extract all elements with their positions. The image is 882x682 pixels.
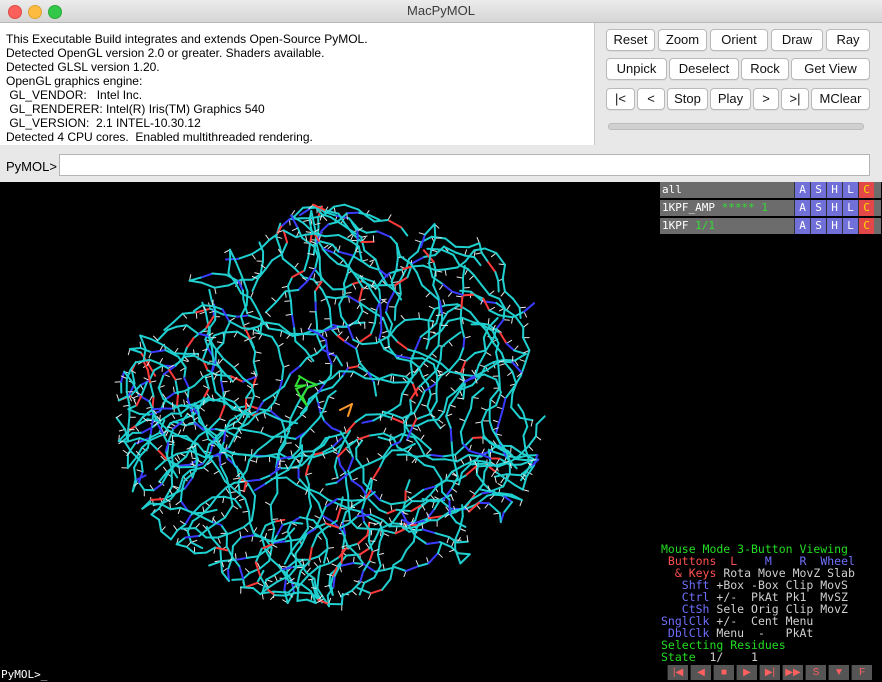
deselect-button[interactable]: Deselect [669,58,739,80]
play-button[interactable]: Play [710,88,751,110]
label-button[interactable]: L [842,200,858,216]
rock-button[interactable]: Rock [741,58,789,80]
output-line: GL_VERSION: 2.1 INTEL-10.30.12 [6,116,201,130]
command-prompt: PyMOL> [6,159,57,174]
hide-button[interactable]: H [826,200,842,216]
forward-button[interactable]: > [753,88,779,110]
action-button[interactable]: A [794,182,810,198]
back-icon[interactable]: ◀ [690,665,711,680]
reset-button[interactable]: Reset [606,29,655,51]
hide-button[interactable]: H [826,182,842,198]
show-button[interactable]: S [810,182,826,198]
orient-button[interactable]: Orient [710,29,768,51]
object-row-all[interactable]: all A S H L C [660,182,881,198]
molecule-viewer[interactable] [0,182,659,668]
object-row-1kpf-amp[interactable]: 1KPF_AMP ***** 1 A S H L C [660,200,881,216]
ray-button[interactable]: Ray [826,29,870,51]
window-title: MacPyMOL [407,3,475,18]
object-state: 1/1 [695,219,715,232]
object-panel: all A S H L C 1KPF_AMP ***** 1 A S H L C… [659,182,882,682]
command-row: PyMOL> [0,145,882,182]
scene-button[interactable]: S [805,665,826,680]
player-controls: |◀ ◀ ■ ▶ ▶| ▶▶ S ▼ F [659,665,882,681]
label-button[interactable]: L [842,218,858,234]
hide-button[interactable]: H [826,218,842,234]
unpick-button[interactable]: Unpick [606,58,667,80]
output-log: This Executable Build integrates and ext… [0,23,595,145]
rewind-button[interactable]: |< [606,88,635,110]
draw-button[interactable]: Draw [771,29,823,51]
command-buttons-panel: Reset Zoom Orient Draw Ray Unpick Desele… [596,23,882,145]
fullscreen-button[interactable]: F [851,665,872,680]
scene-menu-icon[interactable]: ▼ [828,665,849,680]
object-name: 1KPF [662,219,689,232]
get-view-button[interactable]: Get View [791,58,870,80]
mclear-button[interactable]: MClear [811,88,870,110]
output-line: Detected GLSL version 1.20. [6,60,160,74]
stop-icon[interactable]: ■ [713,665,734,680]
molecule-stick-render [114,203,546,611]
command-input[interactable] [59,154,870,176]
output-line: This Executable Build integrates and ext… [6,32,368,46]
label-button[interactable]: L [842,182,858,198]
end-icon[interactable]: ▶▶ [782,665,803,680]
color-button[interactable]: C [858,218,874,234]
show-button[interactable]: S [810,200,826,216]
rewind-icon[interactable]: |◀ [667,665,688,680]
viewer-command-line[interactable]: PyMOL>_ [0,668,660,682]
movie-frame-slider[interactable] [608,123,864,130]
forward-icon[interactable]: ▶| [759,665,780,680]
show-button[interactable]: S [810,218,826,234]
output-line: Detected OpenGL version 2.0 or greater. … [6,46,325,60]
color-button[interactable]: C [858,200,874,216]
action-button[interactable]: A [794,200,810,216]
object-row-1kpf[interactable]: 1KPF 1/1 A S H L C [660,218,881,234]
object-name: 1KPF_AMP [662,201,715,214]
stop-button[interactable]: Stop [667,88,708,110]
output-line: GL_VENDOR: Intel Inc. [6,88,143,102]
object-state: ***** 1 [721,201,768,214]
output-line: OpenGL graphics engine: [6,74,143,88]
end-button[interactable]: >| [781,88,809,110]
zoom-button[interactable]: Zoom [658,29,707,51]
mouse-mode-help: Mouse Mode 3-Button Viewing Buttons L M … [661,543,882,663]
output-line: GL_RENDERER: Intel(R) Iris(TM) Graphics … [6,102,265,116]
play-icon[interactable]: ▶ [736,665,757,680]
action-button[interactable]: A [794,218,810,234]
window-titlebar: MacPyMOL [0,0,882,23]
color-button[interactable]: C [858,182,874,198]
object-name: all [662,183,682,196]
output-line: Detected 4 CPU cores. Enabled multithrea… [6,130,313,144]
back-button[interactable]: < [637,88,665,110]
